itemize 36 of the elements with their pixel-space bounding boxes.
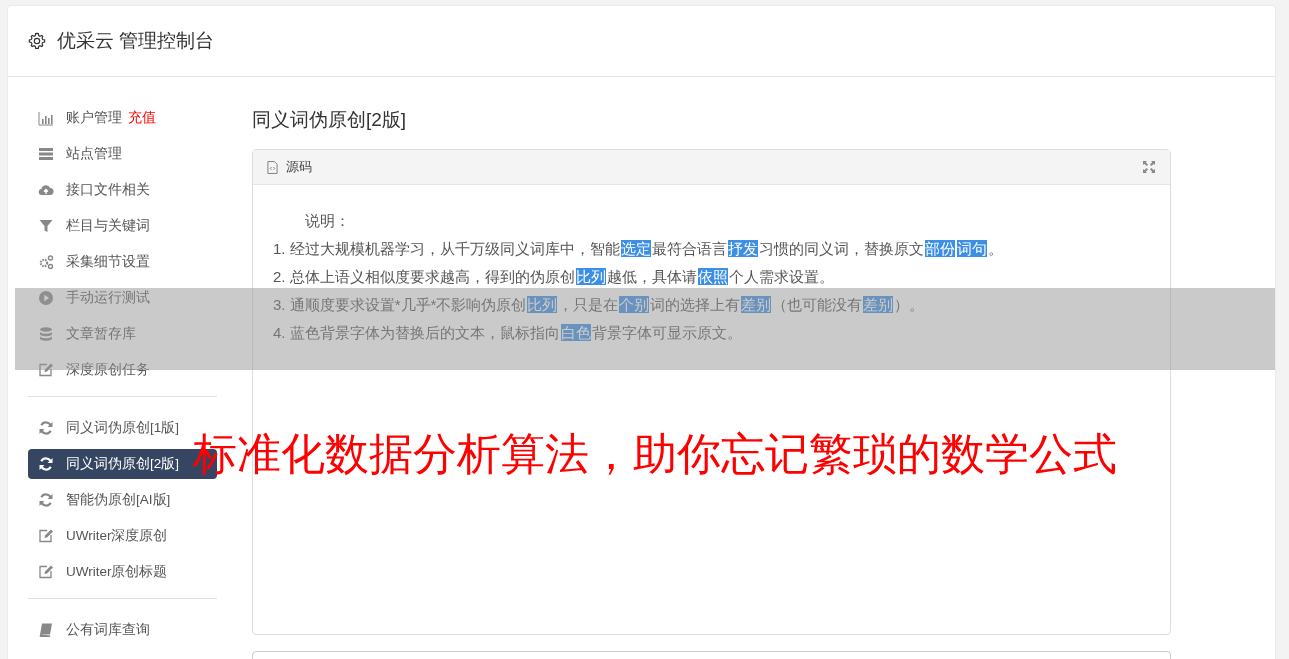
gears-icon xyxy=(38,254,54,270)
database-icon xyxy=(38,326,54,342)
sidebar-item[interactable]: 接口文件相关 xyxy=(28,175,217,205)
edit-icon xyxy=(38,362,54,378)
sidebar-item[interactable]: 智能伪原创[AI版] xyxy=(28,485,217,515)
description-line: 4. 蓝色背景字体为替换后的文本，鼠标指向 白色背景字体可显示原文。 xyxy=(273,323,743,343)
sidebar-item[interactable]: 采集细节设置 xyxy=(28,247,217,277)
sidebar-item[interactable]: UWriter原创标题 xyxy=(28,557,217,587)
cloud-icon xyxy=(38,182,54,198)
description-heading: 说明： xyxy=(304,211,351,231)
panel-title: 源码 xyxy=(286,158,312,176)
settings-icon xyxy=(28,32,46,50)
chart-icon xyxy=(38,110,54,126)
filter-icon xyxy=(38,218,54,234)
server-icon xyxy=(38,146,54,162)
expand-icon[interactable] xyxy=(1142,160,1156,174)
refresh-icon xyxy=(38,456,54,472)
description-line: 2. 总体上语义相似度要求越高，得到的伪原创比列越低，具体请依照个人需求设置。 xyxy=(273,267,835,287)
console-title: 优采云 管理控制台 xyxy=(57,29,215,53)
sidebar-item[interactable]: 站点管理 xyxy=(28,139,217,169)
sidebar-item[interactable]: 账户管理 充值 xyxy=(28,103,217,133)
sidebar-item[interactable]: 深度原创任务 xyxy=(28,355,217,385)
sidebar-item[interactable]: UWriter深度原创 xyxy=(28,521,217,551)
play-icon xyxy=(38,290,54,306)
description-line: 1. 经过大规模机器学习，从千万级同义词库中，智能选定最符合语言抒发习惯的同义词，替换原文部份词句。 xyxy=(273,239,1004,259)
file-code-icon xyxy=(267,160,278,174)
edit-icon xyxy=(38,528,54,544)
sidebar-item[interactable]: 栏目与关键词 xyxy=(28,211,217,241)
description-line: 3. 通顺度要求设置*几乎*不影响伪原创比列，只是在个别词的选择上有差别（也可能没有差别）。 xyxy=(273,295,926,315)
recharge-link[interactable]: 充值 xyxy=(128,109,156,127)
page-title: 同义词伪原创[2版] xyxy=(252,108,408,132)
edit-icon xyxy=(38,564,54,580)
refresh-icon xyxy=(38,420,54,436)
refresh-icon xyxy=(38,492,54,508)
sidebar-item[interactable]: 公有词库查询 xyxy=(28,615,217,645)
book-icon xyxy=(38,622,54,638)
